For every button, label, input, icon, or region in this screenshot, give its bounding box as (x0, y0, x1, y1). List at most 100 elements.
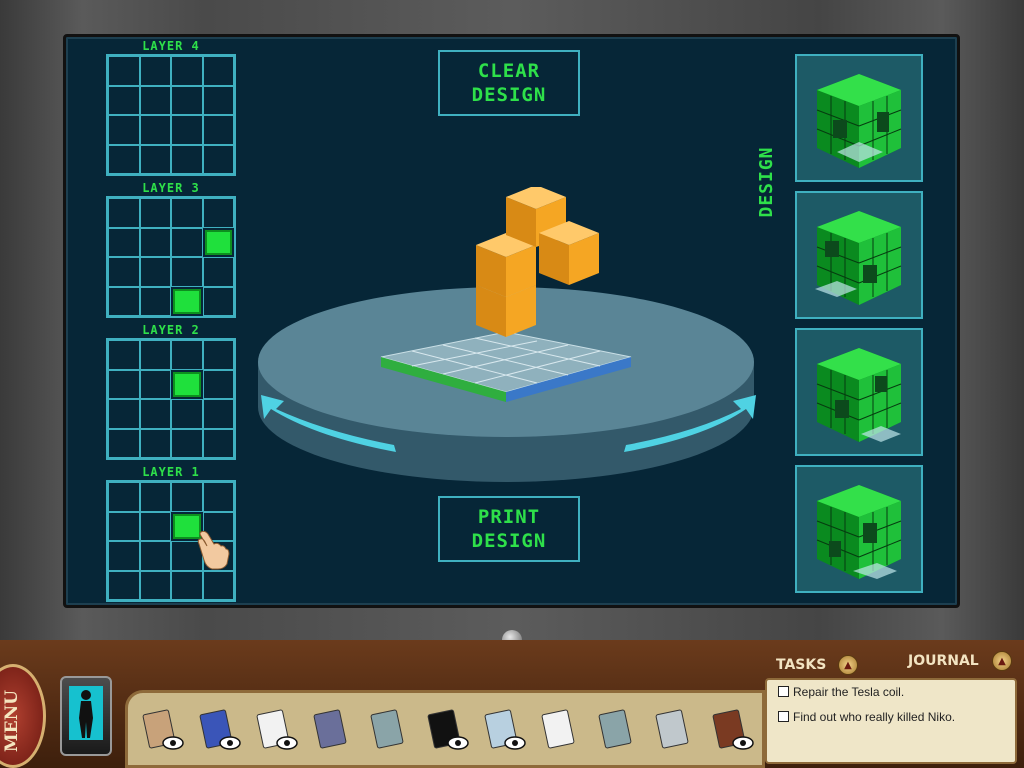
grid-cell[interactable] (139, 115, 171, 145)
design-option-1[interactable] (795, 54, 923, 182)
clear-design-label: CLEAR DESIGN (471, 60, 547, 106)
design-option-2[interactable] (795, 191, 923, 319)
grid-cell[interactable] (139, 144, 171, 174)
grid-cell[interactable] (139, 428, 171, 458)
grid-cell[interactable] (108, 115, 140, 145)
grid-cell[interactable] (108, 144, 140, 174)
grid-cell[interactable] (173, 288, 201, 314)
grid-cell[interactable] (202, 399, 234, 429)
journal-tab-label[interactable]: JOURNAL (908, 653, 979, 669)
grid-cell[interactable] (171, 85, 203, 115)
examine-eye-icon[interactable] (162, 735, 184, 750)
grid-cell[interactable] (108, 257, 140, 287)
grid-cell[interactable] (171, 399, 203, 429)
grid-cell[interactable] (204, 229, 232, 255)
grid-cell[interactable] (202, 369, 234, 399)
hand-cursor-icon (197, 530, 230, 570)
grid-cell[interactable] (202, 428, 234, 458)
cell-phone-button[interactable] (60, 676, 112, 756)
grid-cell[interactable] (202, 198, 234, 228)
grid-cell[interactable] (108, 56, 140, 86)
clipboard-icon (370, 709, 404, 749)
grid-cell[interactable] (108, 198, 140, 228)
grid-cell[interactable] (139, 570, 171, 600)
grid-cell[interactable] (139, 340, 171, 370)
grid-cell[interactable] (139, 227, 171, 257)
grid-cell[interactable] (108, 482, 140, 512)
design-2-cube-icon (815, 211, 902, 305)
layer-4-grid[interactable] (106, 54, 236, 176)
grid-cell[interactable] (139, 511, 171, 541)
grid-cell[interactable] (139, 286, 171, 316)
design-3-cube-icon (816, 348, 902, 442)
task-checkbox (778, 686, 789, 697)
grid-cell[interactable] (171, 115, 203, 145)
grid-cell[interactable] (171, 570, 203, 600)
print-design-label: PRINT DESIGN (471, 506, 547, 552)
grid-cell[interactable] (108, 541, 140, 571)
layer-4-label: LAYER 4 (142, 39, 200, 53)
grid-cell[interactable] (139, 399, 171, 429)
grid-cell[interactable] (202, 56, 234, 86)
inventory-slate[interactable] (592, 706, 638, 752)
grid-cell[interactable] (108, 570, 140, 600)
grid-cell[interactable] (108, 511, 140, 541)
layer-3-grid[interactable] (106, 196, 236, 318)
grid-cell[interactable] (171, 144, 203, 174)
grid-cell[interactable] (139, 85, 171, 115)
grid-cell[interactable] (139, 541, 171, 571)
grid-cell[interactable] (202, 340, 234, 370)
journal-toggle-button[interactable]: ▲ (992, 651, 1012, 671)
grid-cell[interactable] (139, 198, 171, 228)
examine-eye-icon[interactable] (276, 735, 298, 750)
vial-tray-icon (655, 709, 689, 749)
examine-eye-icon[interactable] (504, 735, 526, 750)
grid-cell[interactable] (171, 198, 203, 228)
grid-cell[interactable] (202, 85, 234, 115)
grid-cell[interactable] (202, 482, 234, 512)
grid-cell[interactable] (171, 428, 203, 458)
grid-cell[interactable] (108, 340, 140, 370)
grid-cell[interactable] (108, 227, 140, 257)
design-option-4[interactable] (795, 465, 923, 593)
grid-cell[interactable] (139, 56, 171, 86)
puzzle-screen: LAYER 4 LAYER 3 LAYER 2 LAYER 1 CLEAR DE… (63, 34, 960, 608)
design-option-3[interactable] (795, 328, 923, 456)
grid-cell[interactable] (171, 257, 203, 287)
grid-cell[interactable] (139, 257, 171, 287)
grid-cell[interactable] (202, 257, 234, 287)
grid-cell[interactable] (171, 227, 203, 257)
grid-cell[interactable] (108, 85, 140, 115)
layer-1-label: LAYER 1 (142, 465, 200, 479)
inventory-vial-tray[interactable] (649, 706, 695, 752)
clear-design-button[interactable]: CLEAR DESIGN (438, 50, 580, 116)
grid-cell[interactable] (108, 428, 140, 458)
grid-cell[interactable] (108, 286, 140, 316)
inventory-clipboard[interactable] (364, 706, 410, 752)
examine-eye-icon[interactable] (447, 735, 469, 750)
inventory-cd-disc[interactable] (307, 706, 353, 752)
grid-cell[interactable] (202, 115, 234, 145)
grid-cell[interactable] (171, 482, 203, 512)
examine-eye-icon[interactable] (219, 735, 241, 750)
task-item: Find out who really killed Niko. (778, 709, 958, 725)
grid-cell[interactable] (202, 144, 234, 174)
grid-cell[interactable] (139, 369, 171, 399)
grid-cell[interactable] (202, 570, 234, 600)
grid-cell[interactable] (108, 369, 140, 399)
inventory-paper-note[interactable] (535, 706, 581, 752)
grid-cell[interactable] (171, 340, 203, 370)
grid-cell[interactable] (171, 56, 203, 86)
tasks-toggle-button[interactable]: ▲ (838, 655, 858, 675)
grid-cell[interactable] (108, 399, 140, 429)
layer-2-grid[interactable] (106, 338, 236, 460)
turntable-view[interactable] (256, 187, 766, 487)
grid-cell[interactable] (202, 286, 234, 316)
examine-eye-icon[interactable] (732, 735, 754, 750)
grid-cell[interactable] (173, 371, 201, 397)
layer-3-label: LAYER 3 (142, 181, 200, 195)
grid-cell[interactable] (139, 482, 171, 512)
design-1-cube-icon (816, 74, 902, 168)
slate-icon (598, 709, 632, 749)
print-design-button[interactable]: PRINT DESIGN (438, 496, 580, 562)
